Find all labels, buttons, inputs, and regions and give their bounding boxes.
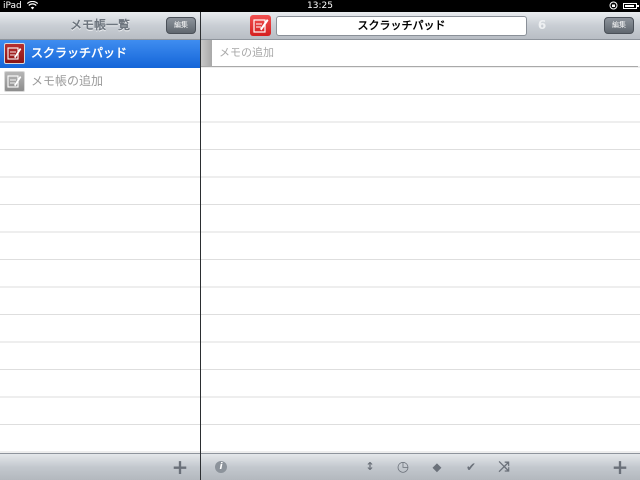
memo-pad-list: スクラッチパッド メモ帳の追加 (0, 40, 200, 453)
memo-pad-icon (4, 43, 25, 64)
add-memo-row[interactable]: メモの追加 (201, 40, 638, 67)
memo-list: メモの追加 (201, 40, 640, 453)
add-memo-button[interactable]: + (609, 454, 631, 480)
memo-pad-icon (4, 70, 25, 92)
info-icon[interactable]: i (215, 461, 227, 473)
sidebar-nav-bar: メモ帳一覧 編集 (0, 12, 200, 40)
detail-edit-button[interactable]: 編集 (604, 17, 634, 34)
battery-icon (623, 3, 639, 9)
memo-title-field[interactable]: スクラッチパッド (276, 16, 527, 36)
check-icon[interactable]: ✔ (460, 454, 482, 480)
battery-level (625, 5, 634, 7)
list-item-label: メモ帳の追加 (31, 73, 104, 88)
shuffle-icon[interactable]: ⤨ (493, 454, 515, 480)
sidebar-toolbar: + (0, 453, 200, 480)
memo-count: 6 (537, 18, 547, 32)
drag-handle (201, 40, 212, 66)
status-bar: iPad 13:25 (0, 0, 640, 12)
list-item-label: スクラッチパッド (31, 46, 128, 60)
sort-icon[interactable]: ↕ (359, 454, 381, 480)
memo-pad-icon[interactable] (250, 15, 271, 36)
add-memo-pad-button[interactable]: + (169, 454, 191, 480)
list-item-scratchpad[interactable]: スクラッチパッド (0, 40, 200, 68)
clock-icon[interactable]: ◷ (392, 454, 414, 480)
sidebar-edit-button[interactable]: 編集 (166, 17, 196, 34)
tag-icon[interactable]: ⬥ (426, 454, 448, 480)
list-item-add-memo-pad[interactable]: メモ帳の追加 (0, 68, 200, 96)
detail-nav-bar: スクラッチパッド 6 編集 (201, 12, 640, 40)
add-memo-placeholder: メモの追加 (219, 46, 274, 59)
clock: 13:25 (307, 1, 333, 11)
detail-toolbar: i ↕ ◷ ⬥ ✔ ⤨ + (201, 453, 640, 480)
